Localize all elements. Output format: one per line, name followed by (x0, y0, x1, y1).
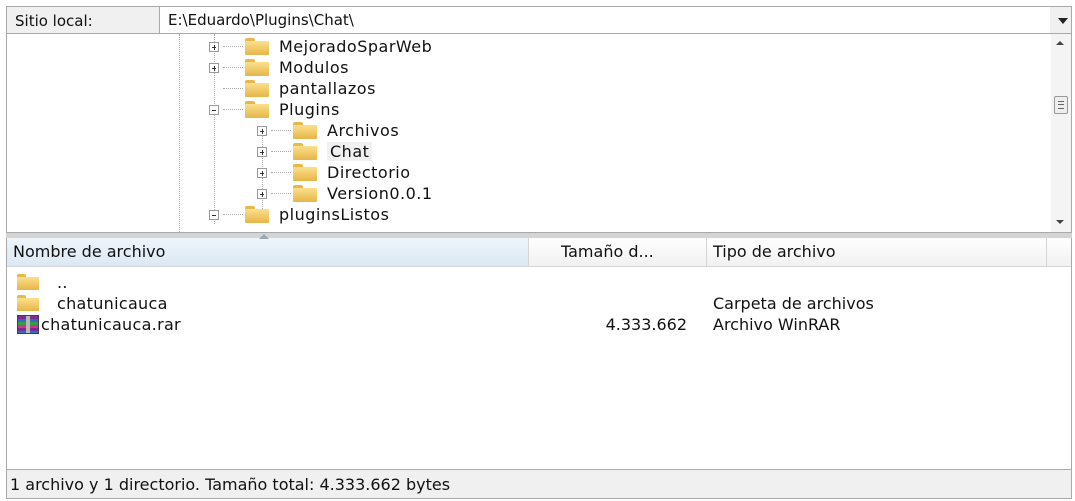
tree-item-label: MejoradoSparWeb (279, 37, 433, 56)
column-header-name[interactable]: Nombre de archivo (7, 234, 529, 266)
expand-icon[interactable] (257, 188, 267, 199)
tree-guide-line (179, 34, 180, 232)
column-header-type[interactable]: Tipo de archivo (707, 238, 1047, 266)
file-type: Archivo WinRAR (713, 315, 841, 334)
scroll-down-icon[interactable] (1056, 220, 1064, 224)
tree-item-pluginslistos[interactable]: pluginsListos (209, 204, 389, 225)
column-header-label: Tipo de archivo (713, 242, 836, 261)
chevron-down-icon[interactable] (1053, 10, 1071, 30)
tree-item-label: Archivos (327, 121, 400, 140)
expand-icon[interactable] (209, 62, 219, 73)
scroll-thumb[interactable] (1054, 96, 1068, 114)
list-item-folder[interactable]: chatunicauca Carpeta de archivos (7, 293, 1071, 314)
scroll-up-icon[interactable] (1056, 41, 1064, 45)
local-site-label: Sitio local: (15, 12, 93, 30)
tree-item-label: pantallazos (279, 79, 376, 98)
list-item-file[interactable]: chatunicauca.rar 4.333.662 Archivo WinRA… (7, 314, 1071, 335)
local-path-input[interactable] (160, 7, 1050, 33)
status-text: 1 archivo y 1 directorio. Tamaño total: … (10, 475, 451, 494)
file-name: chatunicauca (57, 294, 168, 313)
column-header-label: Tamaño d... (561, 242, 654, 261)
tree-item-plugins[interactable]: Plugins (209, 99, 340, 120)
local-site-bar: Sitio local: (6, 6, 1072, 34)
tree-item-label: Chat (327, 142, 373, 161)
tree-item-label: Plugins (279, 100, 340, 119)
file-type: Carpeta de archivos (713, 294, 874, 313)
folder-icon (17, 295, 39, 311)
file-name: chatunicauca.rar (41, 315, 181, 334)
sort-ascending-icon (259, 234, 269, 239)
expand-icon[interactable] (257, 146, 267, 157)
column-header-size[interactable]: Tamaño d... (529, 238, 707, 266)
folder-icon (293, 143, 317, 160)
list-item-parent[interactable]: .. (7, 272, 1071, 293)
folder-icon (245, 59, 269, 76)
tree-item-directorio[interactable]: Directorio (257, 162, 411, 183)
tree-item-archivos[interactable]: Archivos (257, 120, 399, 141)
tree-item-mejoradosparweb[interactable]: MejoradoSparWeb (209, 36, 432, 57)
folder-icon (293, 185, 317, 202)
status-bar: 1 archivo y 1 directorio. Tamaño total: … (6, 469, 1072, 499)
folder-icon (245, 38, 269, 55)
tree-item-label: Modulos (279, 58, 349, 77)
tree-item-pantallazos[interactable]: pantallazos (223, 78, 376, 99)
winrar-icon (17, 315, 39, 334)
expand-icon[interactable] (257, 167, 267, 178)
tree-item-label: pluginsListos (279, 205, 390, 224)
collapse-icon[interactable] (209, 104, 219, 115)
list-header: Nombre de archivo Tamaño d... Tipo de ar… (7, 234, 1071, 267)
folder-tree[interactable]: MejoradoSparWeb Modulos pantallazos Plug… (6, 34, 1072, 232)
collapse-icon[interactable] (209, 209, 219, 220)
folder-icon (245, 101, 269, 118)
tree-item-chat[interactable]: Chat (257, 141, 373, 162)
file-size: 4.333.662 (605, 315, 687, 334)
tree-item-label: Directorio (327, 163, 411, 182)
file-list[interactable]: Nombre de archivo Tamaño d... Tipo de ar… (6, 234, 1072, 469)
tree-scrollbar[interactable] (1051, 34, 1071, 232)
file-name: .. (57, 273, 68, 292)
column-header-label: Nombre de archivo (13, 242, 166, 261)
expand-icon[interactable] (257, 125, 267, 136)
tree-item-modulos[interactable]: Modulos (209, 57, 349, 78)
tree-item-version001[interactable]: Version0.0.1 (257, 183, 433, 204)
folder-icon (245, 80, 269, 97)
folder-icon (293, 122, 317, 139)
tree-item-label: Version0.0.1 (327, 184, 433, 203)
folder-icon (17, 274, 39, 290)
folder-icon (293, 164, 317, 181)
folder-icon (245, 206, 269, 223)
expand-icon[interactable] (209, 41, 219, 52)
